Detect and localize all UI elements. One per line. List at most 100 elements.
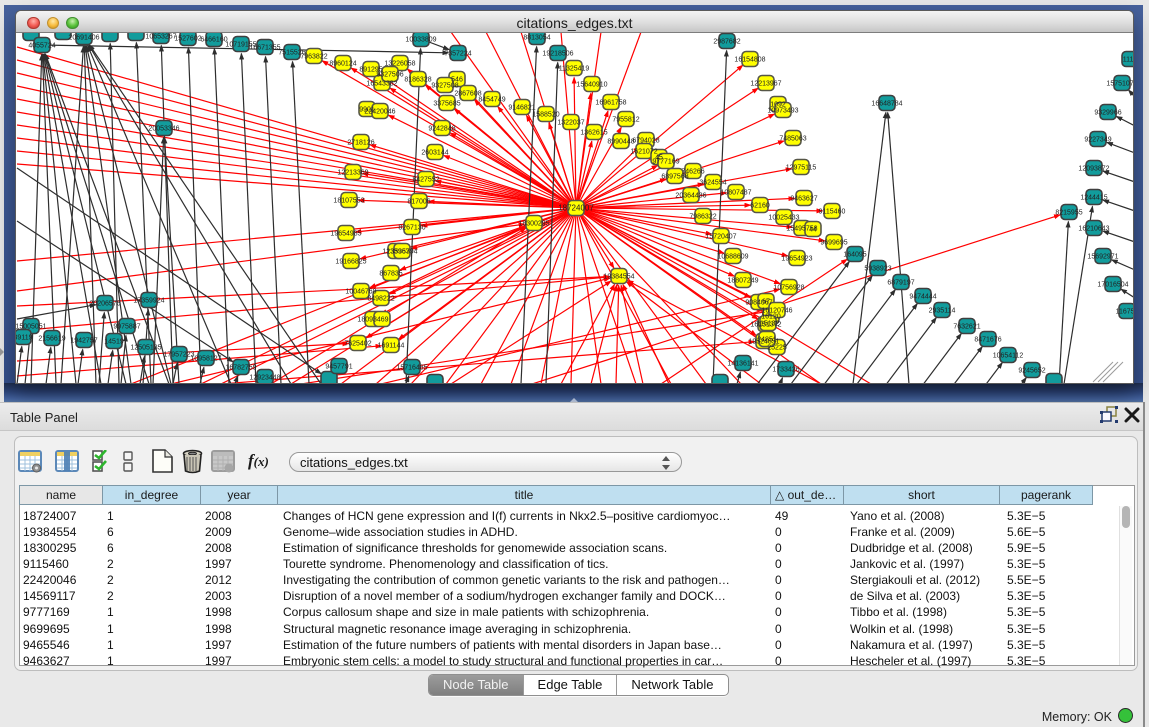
svg-text:7632621: 7632621 (953, 324, 980, 331)
svg-text:13535394: 13535394 (386, 249, 417, 256)
svg-text:9474444: 9474444 (909, 294, 936, 301)
svg-text:817006: 817006 (407, 199, 430, 206)
svg-text:8186328: 8186328 (404, 77, 431, 84)
svg-text:6879197: 6879197 (887, 280, 914, 287)
svg-text:19218506: 19218506 (542, 51, 573, 58)
svg-text:18093469: 18093469 (357, 317, 388, 324)
svg-text:9245652: 9245652 (1018, 368, 1045, 375)
svg-text:18807249: 18807249 (727, 278, 758, 285)
svg-text:5938923: 5938923 (864, 266, 891, 273)
svg-text:1588520: 1588520 (532, 112, 559, 119)
svg-text:9975887: 9975887 (113, 324, 140, 331)
svg-text:2156619: 2156619 (38, 336, 65, 343)
svg-text:10033809: 10033809 (405, 37, 436, 44)
svg-text:7485063: 7485063 (779, 136, 806, 143)
svg-text:15720407: 15720407 (705, 234, 736, 241)
svg-text:15640910: 15640910 (576, 82, 607, 89)
svg-text:10973493: 10973493 (767, 108, 798, 115)
svg-text:8454749: 8454749 (478, 97, 505, 104)
svg-text:44: 44 (809, 227, 817, 234)
svg-text:16210643: 16210643 (1078, 226, 1109, 233)
svg-text:1112: 1112 (1123, 57, 1133, 64)
svg-text:867835: 867835 (379, 271, 402, 278)
svg-text:3624554: 3624554 (699, 180, 726, 187)
svg-text:8427552: 8427552 (412, 177, 439, 184)
svg-text:16543382: 16543382 (366, 81, 397, 88)
svg-text:1691144: 1691144 (378, 343, 405, 350)
svg-text:20053346: 20053346 (148, 126, 179, 133)
svg-text:116753: 116753 (1116, 309, 1133, 316)
svg-text:15692971: 15692971 (1087, 254, 1118, 261)
svg-text:7963822: 7963822 (300, 54, 327, 61)
svg-text:7625402: 7625402 (344, 341, 371, 348)
svg-text:6466160: 6466160 (200, 37, 227, 44)
svg-text:3375685: 3375685 (433, 101, 460, 108)
svg-text:15716485: 15716485 (396, 365, 427, 372)
svg-text:6794028: 6794028 (632, 138, 659, 145)
svg-text:62160: 62160 (750, 203, 770, 210)
svg-text:9699695: 9699695 (820, 240, 847, 247)
svg-text:10688609: 10688609 (717, 254, 748, 261)
svg-text:9146821: 9146821 (508, 105, 535, 112)
svg-text:25225: 25225 (767, 345, 787, 352)
svg-text:10807487: 10807487 (720, 190, 751, 197)
svg-text:16120746: 16120746 (761, 308, 792, 315)
svg-text:20364436: 20364436 (675, 193, 706, 200)
svg-text:10025433: 10025433 (768, 215, 799, 222)
svg-text:18107553: 18107553 (333, 198, 364, 205)
svg-text:11325419: 11325419 (559, 66, 590, 73)
svg-text:10654112: 10654112 (993, 353, 1024, 360)
svg-text:1621072: 1621072 (630, 149, 657, 156)
svg-text:1733426: 1733426 (772, 367, 799, 374)
svg-text:12975115: 12975115 (786, 165, 817, 172)
svg-text:8215955: 8215955 (1055, 210, 1082, 217)
svg-text:9115460: 9115460 (819, 209, 846, 216)
svg-text:9329966: 9329966 (1094, 110, 1121, 117)
svg-text:8813054: 8813054 (523, 35, 550, 42)
svg-text:13226058: 13226058 (384, 61, 415, 68)
svg-text:8498222: 8498222 (367, 296, 394, 303)
svg-text:18300295: 18300295 (518, 221, 549, 228)
svg-text:12213967: 12213967 (750, 81, 781, 88)
svg-text:10958127: 10958127 (190, 356, 221, 363)
svg-text:12093872: 12093872 (1078, 166, 1109, 173)
svg-text:9327506: 9327506 (376, 72, 403, 79)
svg-text:14136141: 14136141 (727, 361, 758, 368)
svg-text:2935114: 2935114 (929, 308, 956, 315)
svg-text:1322037: 1322037 (557, 120, 584, 127)
svg-text:24851: 24851 (757, 337, 777, 344)
svg-text:9457791: 9457791 (325, 364, 352, 371)
svg-text:8960124: 8960124 (329, 61, 356, 68)
svg-text:16671355: 16671355 (249, 45, 280, 52)
svg-text:164095: 164095 (843, 252, 866, 259)
svg-text:9242848: 9242848 (428, 126, 455, 133)
svg-text:10653267: 10653267 (145, 34, 176, 41)
svg-text:67: 67 (762, 299, 770, 306)
svg-text:7955812: 7955812 (612, 117, 639, 124)
svg-text:16961758: 16961758 (595, 100, 626, 107)
svg-text:2987682: 2987682 (713, 39, 740, 46)
svg-text:20206576: 20206576 (89, 301, 120, 308)
svg-text:20691406: 20691406 (68, 35, 99, 42)
svg-text:1527602: 1527602 (174, 36, 201, 43)
svg-text:10046768: 10046768 (345, 289, 376, 296)
svg-text:15005051: 15005051 (16, 324, 47, 331)
svg-text:14519: 14519 (104, 339, 124, 346)
svg-text:12213369: 12213369 (337, 170, 368, 177)
svg-text:9227349: 9227349 (1084, 137, 1111, 144)
svg-text:746266: 746266 (681, 169, 704, 176)
svg-text:7986322: 7986322 (689, 214, 716, 221)
svg-text:19384554: 19384554 (603, 274, 634, 281)
svg-text:19166825: 19166825 (335, 259, 366, 266)
svg-text:4055724: 4055724 (28, 43, 55, 50)
svg-text:1362615: 1362615 (580, 130, 607, 137)
svg-text:18724007: 18724007 (558, 204, 594, 213)
svg-text:1244415: 1244415 (1080, 195, 1107, 202)
svg-text:16120: 16120 (761, 314, 781, 321)
svg-text:12505135: 12505135 (130, 345, 161, 352)
svg-text:17359924: 17359924 (133, 298, 164, 305)
svg-text:8471676: 8471676 (974, 337, 1001, 344)
svg-text:19654923: 19654923 (781, 256, 812, 263)
svg-text:2718126: 2718126 (347, 140, 374, 147)
svg-text:17016504: 17016504 (1097, 282, 1128, 289)
